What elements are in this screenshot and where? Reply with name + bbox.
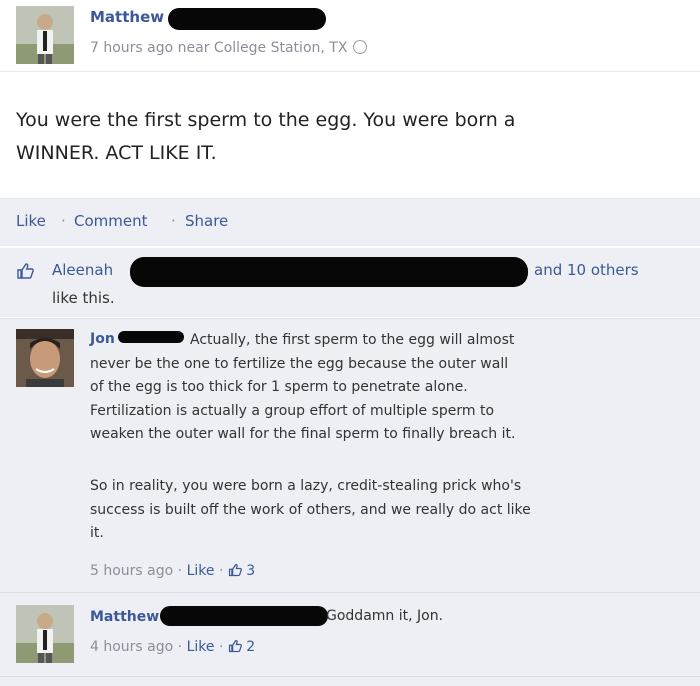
post-actions: Like · Comment · Share xyxy=(0,198,700,246)
author-name[interactable]: Matthew xyxy=(90,8,164,26)
globe-icon xyxy=(353,40,368,54)
redaction-bar xyxy=(130,257,528,287)
post-timestamp[interactable]: 7 hours ago near College Station, TX xyxy=(90,40,347,56)
comment-text: Actually, the first sperm to the egg wil… xyxy=(90,329,690,546)
comment-line: it. xyxy=(90,525,104,542)
separator: · xyxy=(177,563,183,579)
status-line: You were the first sperm to the egg. You… xyxy=(16,109,516,131)
separator: · xyxy=(218,563,224,579)
comment-meta: 4 hours ago · Like · 2 xyxy=(90,639,255,655)
like-button[interactable]: Like xyxy=(16,212,46,230)
separator: · xyxy=(177,639,183,655)
comment-line: of the egg is too thick for 1 sperm to p… xyxy=(90,379,468,396)
redaction-bar xyxy=(160,606,328,626)
comment-timestamp[interactable]: 4 hours ago xyxy=(90,639,173,655)
comment-line: So in reality, you were born a lazy, cre… xyxy=(90,477,522,494)
thumbs-up-icon xyxy=(228,639,242,653)
comment-line xyxy=(90,447,690,475)
thumbs-up-icon xyxy=(228,563,242,577)
comment-line: Fertilization is actually a group effort… xyxy=(90,402,495,419)
comment-like-button[interactable]: Like xyxy=(187,639,215,655)
thumbs-up-icon xyxy=(17,263,34,279)
likes-summary: Aleenah and 10 others like this. xyxy=(0,247,700,317)
comment-line: never be the one to fertilize the egg be… xyxy=(90,355,509,372)
comment: Jon Actually, the first sperm to the egg… xyxy=(0,318,700,592)
comment-button[interactable]: Comment xyxy=(74,212,148,230)
redaction-bar xyxy=(168,8,326,30)
facebook-post: Matthew 7 hours ago near College Station… xyxy=(0,0,700,686)
commenter-avatar[interactable] xyxy=(16,605,74,663)
post-header: Matthew 7 hours ago near College Station… xyxy=(0,0,700,72)
comment-like-count[interactable]: 2 xyxy=(246,639,255,655)
status-line: WINNER. ACT LIKE IT. xyxy=(16,142,217,164)
separator: · xyxy=(61,212,66,230)
likes-others-link[interactable]: and 10 others xyxy=(534,261,639,279)
comment-text: Goddamn it, Jon. xyxy=(326,608,444,624)
comment-line: success is built off the work of others,… xyxy=(90,501,531,518)
comment-timestamp[interactable]: 5 hours ago xyxy=(90,563,173,579)
comment-line: Actually, the first sperm to the egg wil… xyxy=(190,332,515,348)
comment-like-count[interactable]: 3 xyxy=(246,563,255,579)
separator: · xyxy=(218,639,224,655)
comment-like-button[interactable]: Like xyxy=(187,563,215,579)
likes-suffix: like this. xyxy=(52,289,115,307)
share-button[interactable]: Share xyxy=(185,212,228,230)
comment-meta: 5 hours ago · Like · 3 xyxy=(90,563,255,579)
author-avatar[interactable] xyxy=(16,6,74,64)
comment: Matthew Goddamn it, Jon. 4 hours ago · L… xyxy=(0,592,700,676)
post-meta: 7 hours ago near College Station, TX xyxy=(90,40,368,56)
separator: · xyxy=(171,212,176,230)
status-text: You were the first sperm to the egg. You… xyxy=(16,104,676,170)
next-comment-edge xyxy=(0,676,700,686)
liker-name[interactable]: Aleenah xyxy=(52,261,113,279)
commenter-name[interactable]: Matthew xyxy=(90,609,159,625)
comment-line: weaken the outer wall for the final sper… xyxy=(90,426,516,443)
commenter-avatar[interactable] xyxy=(16,329,74,387)
